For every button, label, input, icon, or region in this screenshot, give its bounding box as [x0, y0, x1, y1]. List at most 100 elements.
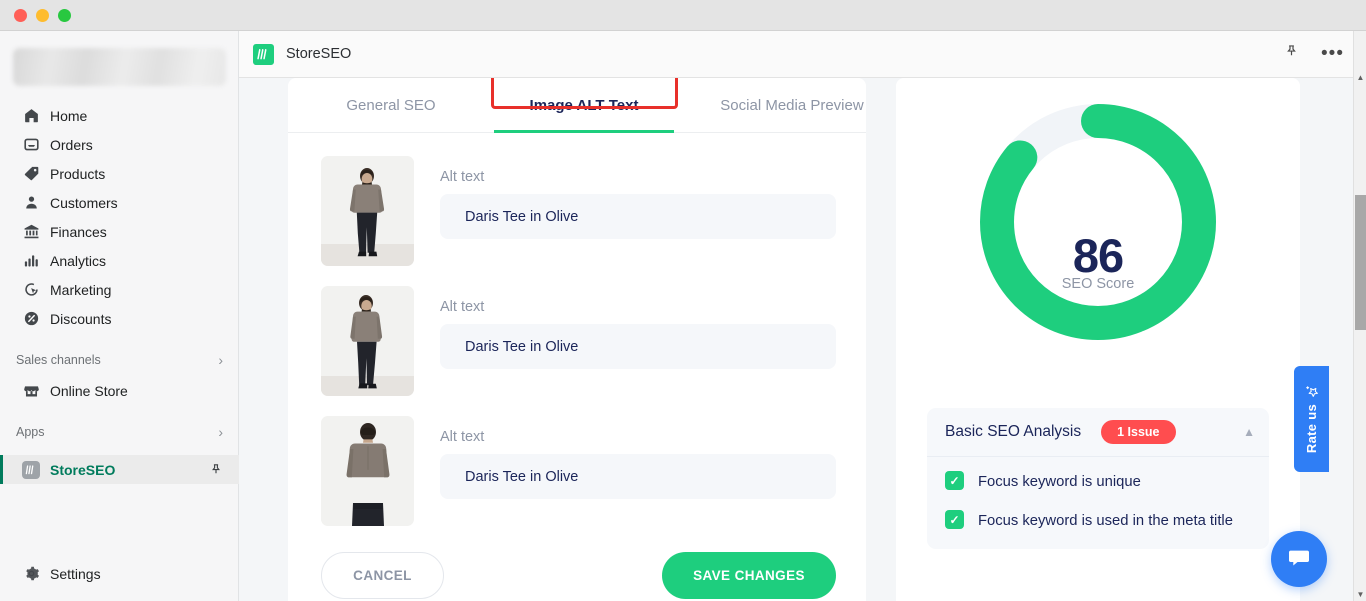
cancel-button-label: CANCEL [353, 568, 412, 583]
home-icon [22, 107, 40, 125]
tab-label: Social Media Preview [720, 97, 864, 114]
sidebar-item-marketing[interactable]: Marketing [0, 275, 239, 304]
pin-icon[interactable] [209, 463, 223, 477]
tab-label: General SEO [346, 97, 436, 114]
megaphone-cursor-icon [22, 281, 40, 299]
window-maximize-button[interactable] [58, 9, 71, 22]
sidebar-item-discounts[interactable]: Discounts [0, 304, 239, 333]
discount-icon [22, 310, 40, 328]
sidebar-item-analytics[interactable]: Analytics [0, 246, 239, 275]
app-frame-header: StoreSEO ••• [239, 31, 1366, 78]
pin-icon[interactable] [1284, 44, 1299, 64]
seo-score-donut [980, 104, 1216, 340]
alt-text-row: Alt text [321, 416, 836, 526]
alt-text-row: Alt text [321, 156, 836, 266]
alt-text-label: Alt text [440, 169, 485, 185]
rate-us-inner: Rate us [1304, 384, 1319, 454]
scrollbar-thumb[interactable] [1355, 195, 1366, 330]
analysis-title: Basic SEO Analysis [945, 423, 1082, 440]
rate-us-label: Rate us [1304, 404, 1319, 454]
seo-score-caption: SEO Score [1061, 276, 1135, 292]
alt-text-row: Alt text [321, 286, 836, 396]
active-indicator-bar [0, 455, 3, 484]
sidebar-section-label: Apps [16, 425, 45, 439]
tab-image-alt-text[interactable]: Image ALT Text [494, 78, 674, 133]
rate-us-tab[interactable]: Rate us [1294, 366, 1329, 472]
scroll-up-arrow[interactable]: ▲ [1354, 70, 1366, 84]
sidebar-item-storeseo[interactable]: StoreSEO [0, 455, 239, 484]
sidebar-item-label: Marketing [50, 281, 112, 298]
sidebar-section-label: Sales channels [16, 353, 101, 367]
tab-label: Image ALT Text [529, 97, 639, 114]
window-close-button[interactable] [14, 9, 27, 22]
sidebar-item-home[interactable]: Home [0, 101, 239, 130]
sidebar-item-settings[interactable]: Settings [0, 559, 239, 588]
chat-widget-button[interactable] [1271, 531, 1327, 587]
tab-bar: General SEO Image ALT Text Social Media … [288, 78, 866, 133]
storeseo-app-icon [22, 460, 40, 479]
sidebar-item-orders[interactable]: Orders [0, 130, 239, 159]
analysis-check-item: ✓ Focus keyword is unique [927, 457, 1269, 496]
ellipsis-icon[interactable]: ••• [1321, 44, 1344, 63]
analysis-check-label: Focus keyword is unique [978, 474, 1141, 490]
product-thumbnail[interactable] [321, 156, 414, 266]
cancel-button[interactable]: CANCEL [321, 552, 444, 599]
main-sidebar: Home Orders Products Customers Finances [0, 31, 239, 601]
page-scrollbar[interactable]: ▲ ▼ [1353, 31, 1366, 601]
sidebar-item-label: Orders [50, 136, 93, 153]
sidebar-item-label: Settings [50, 565, 101, 582]
check-pass-icon: ✓ [945, 471, 964, 490]
sidebar-section-apps[interactable]: Apps › [0, 421, 239, 443]
alt-text-input[interactable] [440, 454, 836, 499]
window-titlebar [0, 0, 1366, 31]
tab-social-media-preview[interactable]: Social Media Preview [692, 78, 892, 133]
bank-icon [22, 223, 40, 241]
window-minimize-button[interactable] [36, 9, 49, 22]
sidebar-item-online-store[interactable]: Online Store [0, 376, 239, 405]
seo-summary-card: 86 SEO Score Basic SEO Analysis 1 Issue … [896, 78, 1300, 601]
appbar-actions: ••• [1284, 44, 1344, 64]
analysis-header[interactable]: Basic SEO Analysis 1 Issue ▲ [927, 408, 1269, 457]
gear-icon [22, 565, 40, 583]
check-pass-icon: ✓ [945, 510, 964, 530]
star-sparkle-icon [1304, 384, 1319, 398]
sidebar-item-label: Products [50, 165, 106, 182]
issue-count-badge: 1 Issue [1101, 419, 1176, 445]
save-changes-button-label: SAVE CHANGES [693, 568, 805, 583]
store-name-placeholder [13, 48, 226, 86]
bar-chart-icon [22, 252, 40, 270]
product-thumbnail[interactable] [321, 416, 414, 526]
scroll-down-arrow[interactable]: ▼ [1354, 587, 1366, 601]
sidebar-item-label: StoreSEO [50, 461, 116, 478]
chevron-right-icon: › [218, 424, 223, 440]
app-window: Home Orders Products Customers Finances [0, 0, 1366, 601]
basic-seo-analysis-panel: Basic SEO Analysis 1 Issue ▲ ✓ Focus key… [927, 408, 1269, 550]
chevron-right-icon: › [218, 352, 223, 368]
storeseo-logo [253, 43, 274, 65]
chevron-up-icon[interactable]: ▲ [1243, 425, 1255, 439]
chat-bubble-icon [1285, 543, 1313, 576]
alt-text-input[interactable] [440, 194, 836, 239]
sidebar-item-label: Home [50, 107, 88, 124]
alt-text-label: Alt text [440, 429, 485, 445]
analysis-check-label: Focus keyword is used in the meta title [978, 513, 1233, 530]
sidebar-item-finances[interactable]: Finances [0, 217, 239, 246]
sidebar-item-products[interactable]: Products [0, 159, 239, 188]
sidebar-item-label: Discounts [50, 310, 112, 327]
alt-text-label: Alt text [440, 299, 485, 315]
save-changes-button[interactable]: SAVE CHANGES [662, 552, 836, 599]
sidebar-section-sales-channels[interactable]: Sales channels › [0, 349, 239, 371]
sidebar-item-label: Finances [50, 223, 107, 240]
store-icon [22, 382, 40, 400]
analysis-check-item: ✓ Focus keyword is used in the meta titl… [927, 496, 1269, 549]
tab-general-seo[interactable]: General SEO [321, 78, 461, 133]
alt-text-input[interactable] [440, 324, 836, 369]
orders-inbox-icon [22, 136, 40, 154]
sidebar-item-label: Analytics [50, 252, 107, 269]
image-alt-text-card: General SEO Image ALT Text Social Media … [288, 78, 866, 601]
seo-score-value: 86 [1072, 229, 1124, 282]
sidebar-item-customers[interactable]: Customers [0, 188, 239, 217]
sidebar-item-label: Online Store [50, 382, 128, 399]
app-title: StoreSEO [286, 46, 352, 62]
product-thumbnail[interactable] [321, 286, 414, 396]
